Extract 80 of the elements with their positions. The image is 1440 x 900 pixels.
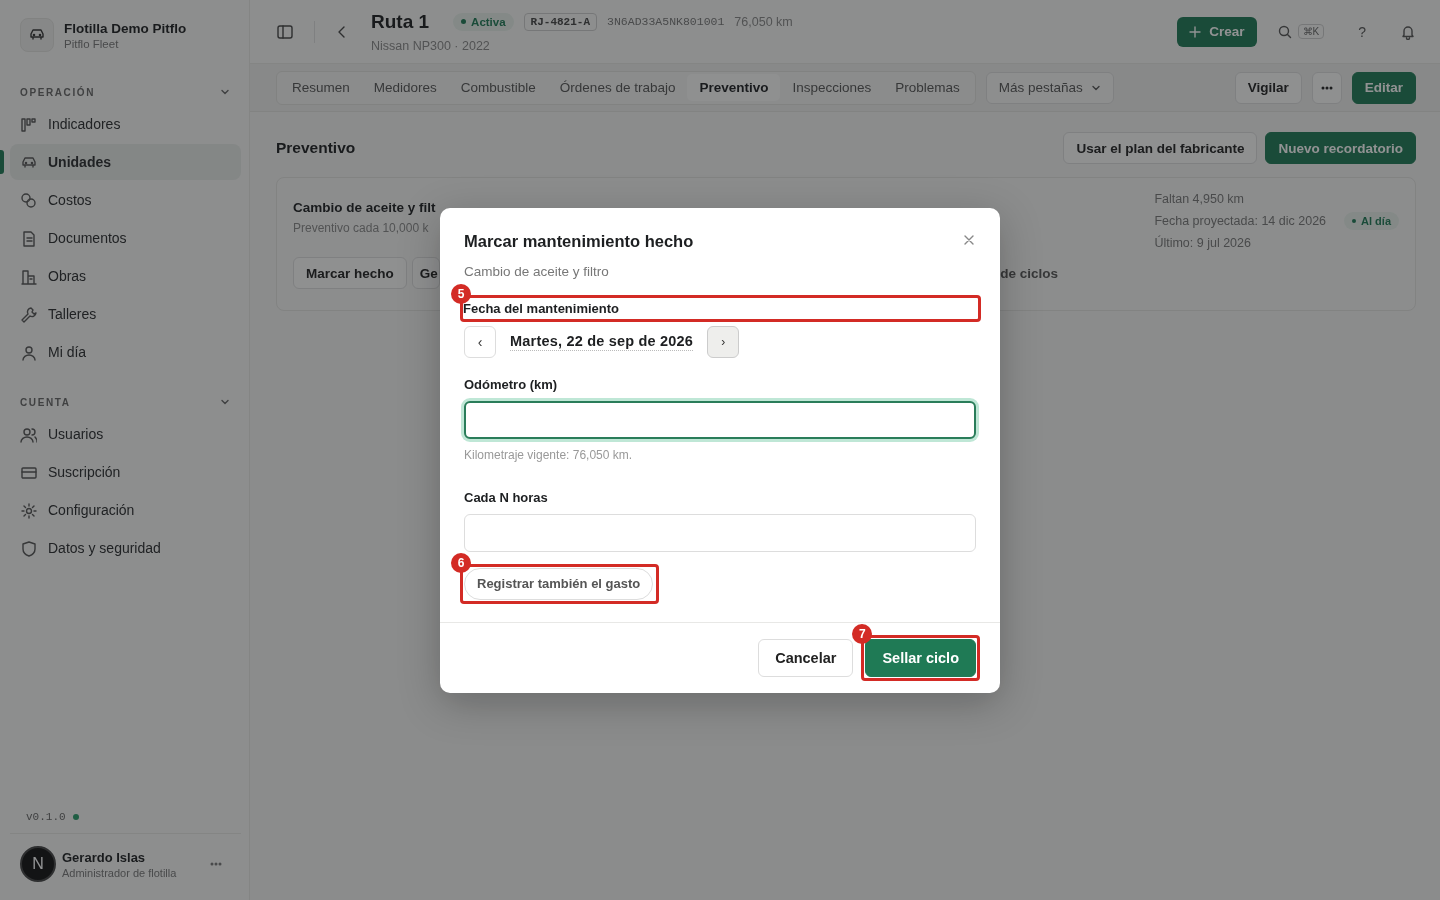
help-button[interactable]: ? — [1352, 22, 1372, 41]
tab[interactable]: Preventivo — [687, 74, 781, 101]
sidebar-item[interactable]: Indicadores — [10, 106, 241, 142]
dialog-title: Marcar mantenimiento hecho — [464, 231, 694, 251]
step-badge: 5 — [451, 283, 471, 304]
hours-input[interactable] — [464, 513, 976, 552]
tab[interactable]: Medidores — [361, 74, 449, 101]
step-badge: 6 — [451, 552, 471, 573]
watch-button[interactable]: Vigilar — [1234, 71, 1302, 104]
more-tabs-dropdown[interactable]: Más pestañas — [985, 71, 1114, 104]
vehicle-title: Ruta 1 — [371, 10, 430, 33]
reminder-stat: Fecha proyectada: 14 dic 2026 — [1154, 214, 1327, 228]
shortcut-key: ⌘K — [1297, 24, 1325, 39]
sidebar-item[interactable]: Datos y seguridad — [10, 530, 241, 566]
wrench-icon — [20, 305, 37, 323]
seal-cycle-button[interactable]: Sellar ciclo — [865, 638, 976, 677]
mark-done-button[interactable]: Marcar hecho — [293, 257, 407, 289]
action-button[interactable]: Ge — [411, 257, 440, 289]
manufacturer-plan-button[interactable]: Usar el plan del fabricante — [1063, 132, 1258, 164]
users-icon — [20, 425, 37, 443]
sidebar-item[interactable]: Usuarios — [10, 416, 241, 452]
sidebar-item[interactable]: Documentos — [10, 220, 241, 256]
sidebar-item[interactable]: Suscripción — [10, 454, 241, 490]
odometer-input[interactable] — [464, 400, 976, 439]
document-icon — [20, 229, 37, 247]
sidebar-toggle-icon[interactable] — [276, 22, 294, 41]
status-badge: Al día — [1344, 212, 1399, 230]
field-label: Cada N horas — [464, 489, 549, 505]
sidebar-item[interactable]: Configuración — [10, 492, 241, 528]
section-heading: CUENTA — [20, 396, 71, 408]
sidebar-item[interactable]: Costos — [10, 182, 241, 218]
tab[interactable]: Inspecciones — [780, 74, 884, 101]
user-name: Gerardo Islas — [62, 849, 147, 865]
step-badge: 7 — [852, 623, 873, 644]
register-expense-button[interactable]: Registrar también el gasto — [464, 567, 654, 600]
org-subtitle: Pitflo Fleet — [64, 37, 120, 50]
tab[interactable]: Resumen — [280, 74, 362, 101]
user-role: Administrador de flotilla — [62, 866, 177, 879]
active-indicator — [0, 150, 4, 174]
settings-icon — [20, 501, 37, 519]
tab[interactable]: Combustible — [448, 74, 548, 101]
bar-chart-icon — [20, 115, 37, 133]
dialog-subtitle: Cambio de aceite y filtro — [464, 263, 610, 279]
plate-tag: RJ-4821-A — [523, 12, 598, 31]
more-button[interactable] — [1311, 71, 1342, 104]
cancel-button[interactable]: Cancelar — [758, 638, 854, 677]
coins-icon — [20, 191, 37, 209]
vehicle-subtitle: Nissan NP300 · 2022 — [371, 38, 491, 53]
sidebar-item[interactable]: Talleres — [10, 296, 241, 332]
tab[interactable]: Problemas — [883, 74, 972, 101]
bell-icon[interactable] — [1400, 23, 1416, 40]
reminder-title: Cambio de aceite y filt — [293, 200, 437, 215]
date-value[interactable]: Martes, 22 de sep de 2026 — [510, 332, 694, 351]
vin-text: 3N6AD33A5NK801001 — [607, 15, 725, 28]
status-dot — [72, 814, 79, 820]
shield-icon — [20, 539, 37, 557]
building-icon — [20, 267, 37, 285]
previous-day-button[interactable]: ‹ — [464, 325, 496, 358]
search-icon[interactable] — [1276, 23, 1293, 40]
sidebar-item[interactable]: Mi día — [10, 334, 241, 370]
next-day-button[interactable]: › — [707, 325, 740, 358]
version-label: v0.1.0 — [26, 811, 66, 823]
sidebar-item[interactable]: Obras — [10, 258, 241, 294]
tab[interactable]: Órdenes de trabajo — [547, 74, 688, 101]
reminder-stat: Último: 9 jul 2026 — [1154, 236, 1252, 250]
section-title: Preventivo — [276, 139, 357, 157]
odometer-text: 76,050 km — [734, 14, 793, 29]
org-name: Flotilla Demo Pitflo — [64, 20, 187, 36]
avatar: N — [20, 846, 56, 882]
status-badge: Activa — [453, 12, 514, 31]
plus-icon — [1189, 25, 1202, 38]
field-hint: Kilometraje vigente: 76,050 km. — [464, 447, 634, 462]
edit-button[interactable]: Editar — [1351, 71, 1416, 104]
new-reminder-button[interactable]: Nuevo recordatorio — [1265, 132, 1416, 164]
cycles-link[interactable]: de ciclos — [1000, 265, 1058, 281]
create-button[interactable]: Crear — [1177, 16, 1257, 47]
field-label: Odómetro (km) — [464, 376, 559, 392]
person-icon — [20, 343, 37, 361]
section-heading: OPERACIÓN — [20, 86, 95, 98]
reminder-stat: Faltan 4,950 km — [1154, 192, 1246, 206]
